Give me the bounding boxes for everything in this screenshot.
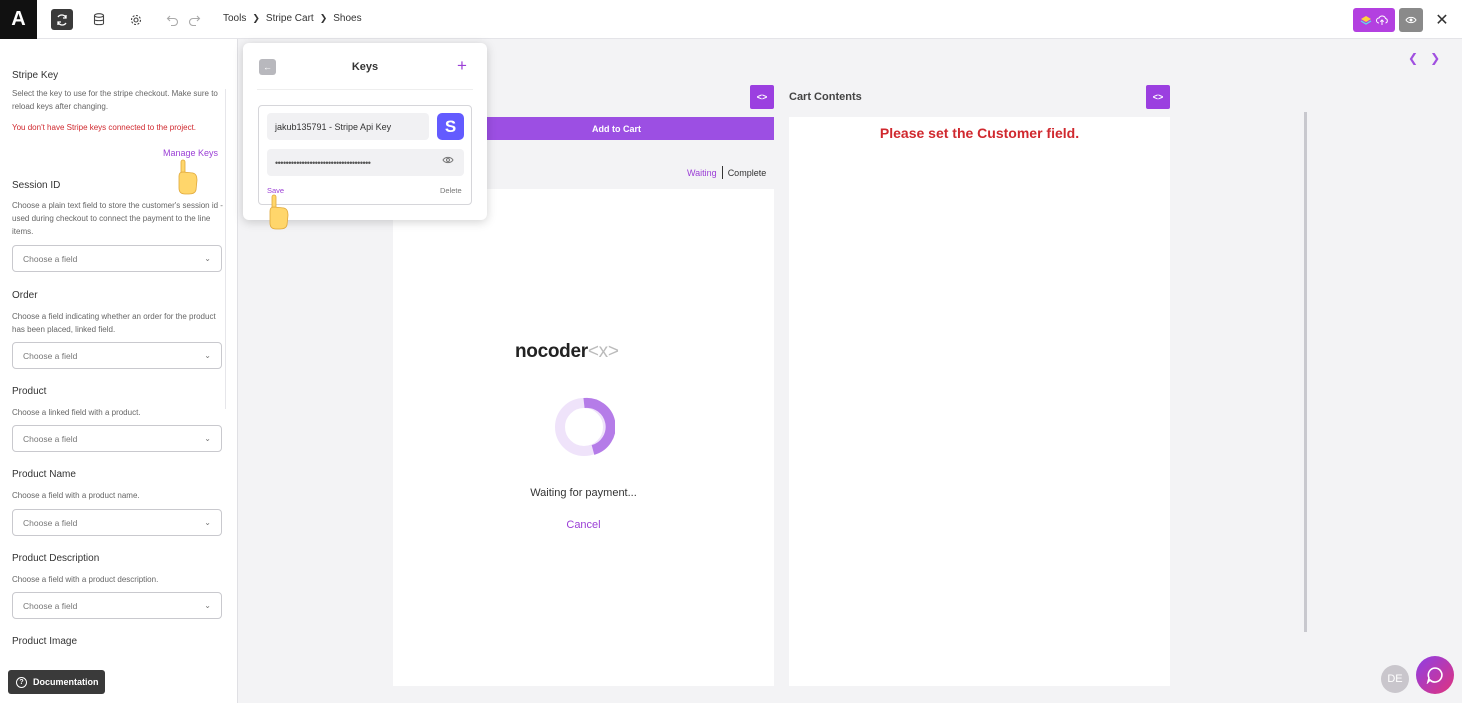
product-name-select[interactable]: Choose a field ⌄ xyxy=(12,509,222,536)
product-select-value: Choose a field xyxy=(23,433,78,444)
chevron-down-icon: ⌄ xyxy=(204,434,211,443)
canvas-scrollbar[interactable] xyxy=(1304,112,1307,632)
order-select[interactable]: Choose a field ⌄ xyxy=(12,342,222,369)
keys-title: Keys xyxy=(351,61,379,73)
avatar[interactable]: DE xyxy=(1381,665,1409,693)
chat-button[interactable] xyxy=(1416,656,1454,694)
session-id-select-value: Choose a field xyxy=(23,253,78,264)
chevron-down-icon: ⌄ xyxy=(204,518,211,527)
key-name-field[interactable]: jakub135791 - Stripe Api Key xyxy=(267,113,429,140)
redo-icon[interactable] xyxy=(183,9,205,30)
preview-button[interactable] xyxy=(1399,8,1423,32)
settings-sidebar: Stripe Key Select the key to use for the… xyxy=(0,39,238,703)
chevron-down-icon: ⌄ xyxy=(204,351,211,360)
close-icon[interactable]: ✕ xyxy=(1433,11,1451,29)
key-secret-field[interactable]: •••••••••••••••••••••••••••••••••••• xyxy=(267,149,464,176)
cart-contents-panel: Please set the Customer field. xyxy=(789,117,1170,686)
product-name-title: Product Name xyxy=(12,469,76,480)
payment-status: Waiting Complete xyxy=(687,166,766,179)
breadcrumb-shoes[interactable]: Shoes xyxy=(333,13,361,24)
sidebar-scrollbar[interactable] xyxy=(225,89,226,409)
embed-code-button[interactable]: <> xyxy=(750,85,774,109)
product-title: Product xyxy=(12,386,47,397)
nocoder-logo: nocoder<x> xyxy=(515,341,619,363)
product-description-select-value: Choose a field xyxy=(23,600,78,611)
status-complete[interactable]: Complete xyxy=(728,168,767,178)
nocoder-brand: nocoder xyxy=(515,341,588,362)
key-card: jakub135791 - Stripe Api Key S •••••••••… xyxy=(258,105,472,205)
waiting-for-payment-text: Waiting for payment... xyxy=(530,487,637,499)
add-key-button[interactable]: + xyxy=(457,56,467,76)
eye-icon[interactable] xyxy=(442,156,454,164)
embed-code-button[interactable]: <> xyxy=(1146,85,1170,109)
stripe-key-title: Stripe Key xyxy=(12,70,59,81)
add-to-cart-button[interactable]: Add to Cart xyxy=(459,117,774,140)
canvas-nav: ❮ ❯ xyxy=(1408,51,1440,65)
nocoder-brand-tag: <x> xyxy=(587,341,619,362)
chevron-right-icon[interactable]: ❯ xyxy=(1430,51,1440,65)
stripe-key-error: You don't have Stripe keys connected to … xyxy=(12,123,197,132)
payment-panel: nocoder<x> Waiting for payment... Cancel xyxy=(393,189,774,686)
cart-contents-title: Cart Contents xyxy=(789,91,862,103)
top-bar: A Tools ❯ Stripe Cart ❯ Shoes ✕ xyxy=(0,0,1462,39)
stripe-key-description: Select the key to use for the stripe che… xyxy=(12,89,218,111)
help-icon: ? xyxy=(16,676,27,688)
loading-spinner-icon xyxy=(555,397,615,456)
product-image-title: Product Image xyxy=(12,636,78,647)
cart-error-message: Please set the Customer field. xyxy=(879,125,1080,141)
pointer-hand-icon xyxy=(269,194,289,230)
delete-button[interactable]: Delete xyxy=(440,186,462,195)
product-name-description: Choose a field with a product name. xyxy=(12,491,140,500)
order-title: Order xyxy=(12,290,38,301)
app-logo[interactable]: A xyxy=(0,0,37,39)
product-name-select-value: Choose a field xyxy=(23,517,78,528)
layers-icon xyxy=(1360,16,1372,25)
chevron-right-icon: ❯ xyxy=(252,13,260,23)
product-description: Choose a linked field with a product. xyxy=(12,408,141,417)
refresh-icon[interactable] xyxy=(51,9,73,30)
chat-bubble-icon xyxy=(1426,667,1443,684)
cloud-upload-icon xyxy=(1376,15,1388,25)
chevron-left-icon[interactable]: ❮ xyxy=(1408,51,1418,65)
order-description: Choose a field indicating whether an ord… xyxy=(12,312,216,334)
pointer-hand-icon xyxy=(178,159,198,195)
order-select-value: Choose a field xyxy=(23,350,78,361)
session-id-title: Session ID xyxy=(12,180,61,191)
divider xyxy=(257,89,473,90)
undo-icon[interactable] xyxy=(161,9,183,30)
session-id-select[interactable]: Choose a field ⌄ xyxy=(12,245,222,272)
breadcrumb: Tools ❯ Stripe Cart ❯ Shoes xyxy=(223,13,362,24)
documentation-label: Documentation xyxy=(33,677,99,687)
product-description-select[interactable]: Choose a field ⌄ xyxy=(12,592,222,619)
breadcrumb-stripe-cart[interactable]: Stripe Cart xyxy=(266,13,314,24)
product-description-description: Choose a field with a product descriptio… xyxy=(12,575,159,584)
publish-button[interactable] xyxy=(1353,8,1395,32)
chevron-down-icon: ⌄ xyxy=(204,254,211,263)
manage-keys-link[interactable]: Manage Keys xyxy=(163,148,218,158)
chevron-right-icon: ❯ xyxy=(319,13,328,23)
cancel-link[interactable]: Cancel xyxy=(393,519,774,531)
chevron-down-icon: ⌄ xyxy=(204,601,211,610)
status-divider xyxy=(721,166,723,179)
gear-icon[interactable] xyxy=(125,9,147,30)
database-icon[interactable] xyxy=(88,9,110,30)
product-select[interactable]: Choose a field ⌄ xyxy=(12,425,222,452)
eye-icon xyxy=(1405,16,1417,24)
breadcrumb-tools[interactable]: Tools xyxy=(223,13,246,24)
product-description-title: Product Description xyxy=(12,553,100,564)
stripe-logo-icon: S xyxy=(437,113,464,140)
documentation-button[interactable]: ? Documentation xyxy=(8,670,105,694)
status-waiting[interactable]: Waiting xyxy=(687,168,717,178)
session-id-description: Choose a plain text field to store the c… xyxy=(12,201,223,236)
